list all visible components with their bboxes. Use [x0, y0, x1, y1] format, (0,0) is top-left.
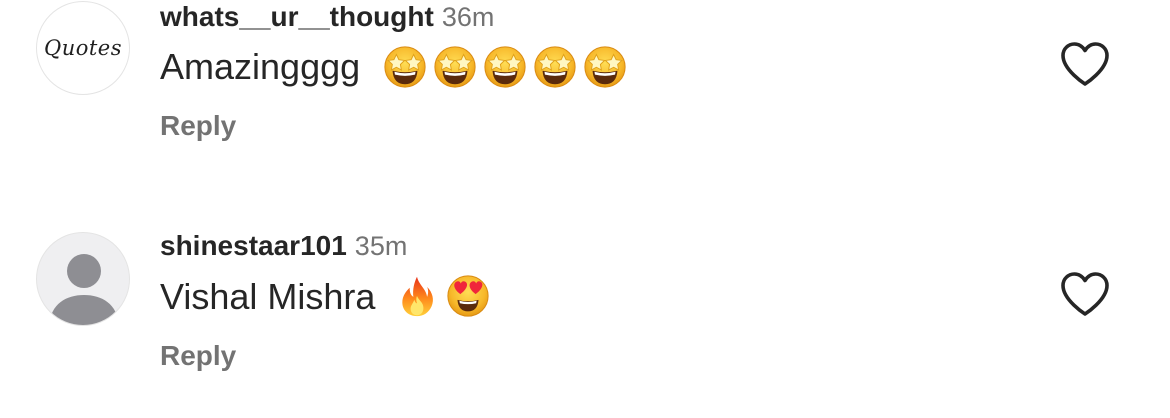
avatar[interactable] — [36, 232, 130, 326]
heart-outline-icon[interactable] — [1059, 40, 1111, 88]
reply-button[interactable]: Reply — [160, 110, 236, 142]
star-struck-emoji-icon — [432, 43, 478, 89]
star-struck-emoji-icon — [532, 43, 578, 89]
comment-header: whats__ur__thought 36m — [160, 2, 494, 37]
comment-item: Quotes whats__ur__thought 36m Amazingggg … — [0, 0, 1170, 190]
avatar-label: Quotes — [43, 36, 123, 60]
reply-button[interactable]: Reply — [160, 340, 236, 372]
avatar[interactable]: Quotes — [36, 1, 130, 95]
default-avatar-icon — [49, 254, 119, 325]
star-struck-emoji-icon — [382, 43, 428, 89]
heart-eyes-emoji-icon — [445, 273, 491, 319]
star-struck-emoji-icon — [482, 43, 528, 89]
fire-emoji-icon — [395, 274, 439, 318]
username[interactable]: whats__ur__thought — [160, 1, 434, 32]
comment-header: shinestaar101 35m — [160, 231, 407, 266]
username[interactable]: shinestaar101 — [160, 230, 347, 261]
heart-outline-icon[interactable] — [1059, 270, 1111, 318]
comment-text-content: Vishal Mishra — [160, 276, 376, 317]
timestamp: 35m — [354, 231, 408, 261]
comment-text-content: Amazingggg — [160, 46, 361, 87]
comment-item: shinestaar101 35m Vishal Mishra Reply — [0, 228, 1170, 418]
star-struck-emoji-icon — [582, 43, 628, 89]
comment-text: Amazingggg — [160, 46, 628, 92]
timestamp: 36m — [441, 2, 495, 32]
comment-text: Vishal Mishra — [160, 276, 491, 322]
